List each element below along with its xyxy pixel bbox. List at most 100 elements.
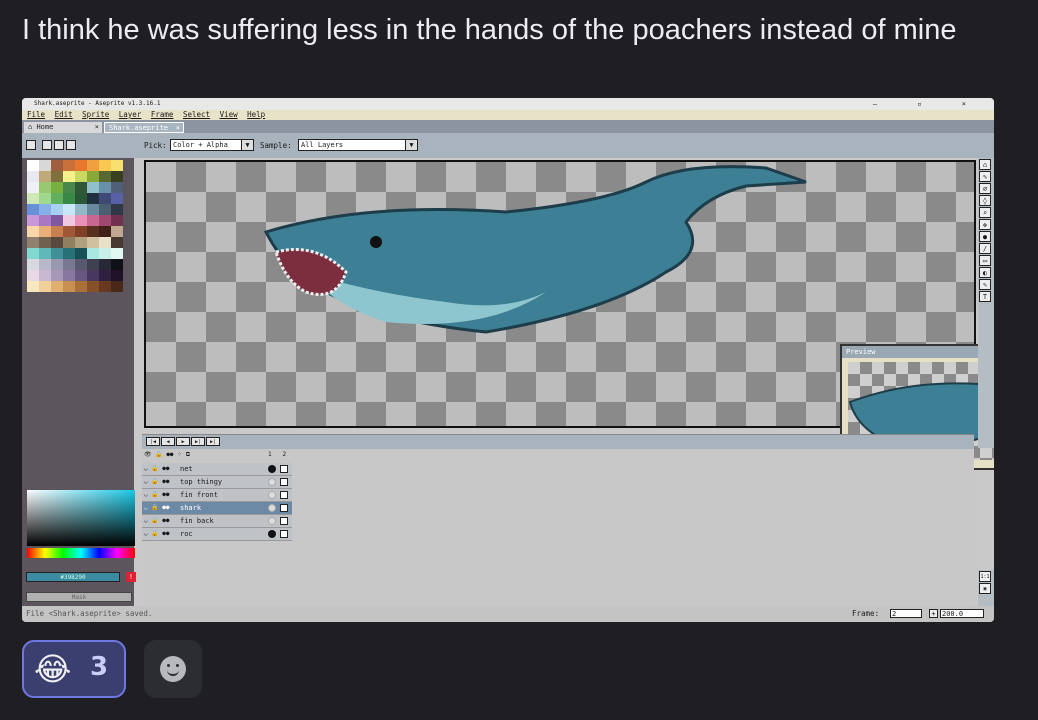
menu-sprite[interactable]: Sprite — [82, 110, 109, 119]
palette-swatch[interactable] — [75, 259, 87, 270]
play-button[interactable]: ▶ — [176, 437, 190, 446]
prev-frame-button[interactable]: ◀ — [161, 437, 175, 446]
palette-swatch[interactable] — [27, 248, 39, 259]
palette-swatch[interactable] — [39, 248, 51, 259]
palette-swatch[interactable] — [99, 215, 111, 226]
sprite-canvas[interactable]: Preview ▣▶✕ — [144, 160, 994, 470]
cel-frame-2[interactable] — [280, 517, 288, 525]
palette-swatch[interactable] — [51, 281, 63, 292]
palette-swatch[interactable] — [51, 226, 63, 237]
layer-row[interactable]: ◡ 🔒 ●● shark — [142, 502, 292, 515]
layer-visibility-lock-icons[interactable]: ◡ 🔒 ●● — [144, 476, 170, 488]
palette-swatch[interactable] — [87, 281, 99, 292]
cel-frame-1[interactable] — [268, 530, 276, 538]
palette-swatch[interactable] — [63, 248, 75, 259]
add-reaction-button[interactable] — [144, 640, 202, 698]
palette-swatch[interactable] — [63, 226, 75, 237]
tool-icon[interactable]: ✎ — [979, 171, 991, 182]
palette-swatch[interactable] — [63, 270, 75, 281]
tool-icon[interactable]: ⌂ — [979, 159, 991, 170]
layer-visibility-lock-icons[interactable]: ◡ 🔒 ●● — [144, 515, 170, 527]
palette-swatch[interactable] — [99, 226, 111, 237]
frame-number[interactable]: 2 — [282, 451, 286, 458]
palette-swatch[interactable] — [27, 182, 39, 193]
palette-swatch[interactable] — [75, 160, 87, 171]
palette-swatch[interactable] — [99, 204, 111, 215]
palette-swatch[interactable] — [99, 193, 111, 204]
warning-icon[interactable]: ! — [126, 572, 136, 582]
tool-icon[interactable]: ▭ — [979, 255, 991, 266]
palette-swatch[interactable] — [75, 171, 87, 182]
tool-icon[interactable]: ◐ — [979, 267, 991, 278]
palette-swatch[interactable] — [27, 215, 39, 226]
menu-frame[interactable]: Frame — [151, 110, 174, 119]
palette-swatch[interactable] — [51, 270, 63, 281]
palette-swatch[interactable] — [75, 248, 87, 259]
palette-swatch[interactable] — [111, 204, 123, 215]
palette-swatch[interactable] — [27, 160, 39, 171]
palette-swatch[interactable] — [51, 193, 63, 204]
palette-swatch[interactable] — [87, 237, 99, 248]
menu-select[interactable]: Select — [183, 110, 210, 119]
layer-visibility-lock-icons[interactable]: ◡ 🔒 ●● — [144, 463, 170, 475]
zoom-tool-icon[interactable]: ▣ — [979, 583, 991, 594]
layer-row[interactable]: ◡ 🔒 ●● top thingy — [142, 476, 292, 489]
menu-file[interactable]: File — [27, 110, 45, 119]
layer-visibility-lock-icons[interactable]: ◡ 🔒 ●● — [144, 489, 170, 501]
palette-swatch[interactable] — [87, 182, 99, 193]
palette-swatch[interactable] — [39, 193, 51, 204]
palette-swatch[interactable] — [99, 237, 111, 248]
download-icon[interactable] — [42, 140, 52, 150]
palette-swatch[interactable] — [99, 160, 111, 171]
palette-swatch[interactable] — [39, 226, 51, 237]
palette-swatch[interactable] — [51, 215, 63, 226]
palette-swatch[interactable] — [75, 226, 87, 237]
palette-swatch[interactable] — [63, 171, 75, 182]
palette-swatch[interactable] — [111, 171, 123, 182]
zoom-input[interactable]: 200.0 — [940, 609, 984, 618]
palette-swatch[interactable] — [39, 182, 51, 193]
cel-frame-1[interactable] — [268, 504, 276, 512]
palette-swatch[interactable] — [87, 259, 99, 270]
palette-swatch[interactable] — [87, 204, 99, 215]
palette-swatch[interactable] — [111, 215, 123, 226]
close-icon[interactable]: × — [95, 122, 99, 133]
layer-row[interactable]: ◡ 🔒 ●● net — [142, 463, 292, 476]
palette-swatch[interactable] — [111, 160, 123, 171]
layer-row[interactable]: ◡ 🔒 ●● fin front — [142, 489, 292, 502]
palette-swatch[interactable] — [51, 259, 63, 270]
color-hex-field[interactable]: #398290 — [26, 572, 120, 582]
tool-icon[interactable]: ⌀ — [979, 183, 991, 194]
palette-swatch[interactable] — [99, 259, 111, 270]
palette-swatch[interactable] — [51, 248, 63, 259]
cel-frame-1[interactable] — [268, 517, 276, 525]
first-frame-button[interactable]: |◀ — [146, 437, 160, 446]
palette-swatch[interactable] — [111, 226, 123, 237]
palette-swatch[interactable] — [111, 270, 123, 281]
palette-swatch[interactable] — [63, 204, 75, 215]
palette-swatch[interactable] — [39, 237, 51, 248]
layer-row[interactable]: ◡ 🔒 ●● roc — [142, 528, 292, 541]
palette-swatch[interactable] — [99, 270, 111, 281]
tab-shark-aseprite[interactable]: Shark.aseprite × — [104, 122, 184, 133]
palette-swatch[interactable] — [63, 182, 75, 193]
color-palette[interactable] — [27, 160, 127, 292]
palette-swatch[interactable] — [27, 281, 39, 292]
palette-swatch[interactable] — [27, 193, 39, 204]
palette-swatch[interactable] — [39, 171, 51, 182]
mask-button[interactable]: Mask — [26, 592, 132, 602]
palette-swatch[interactable] — [27, 270, 39, 281]
palette-swatch[interactable] — [39, 281, 51, 292]
palette-swatch[interactable] — [27, 237, 39, 248]
palette-swatch[interactable] — [51, 160, 63, 171]
tool-icon[interactable]: ● — [979, 231, 991, 242]
menu-layer[interactable]: Layer — [119, 110, 142, 119]
palette-swatch[interactable] — [75, 281, 87, 292]
palette-swatch[interactable] — [75, 237, 87, 248]
palette-swatch[interactable] — [87, 248, 99, 259]
palette-swatch[interactable] — [27, 204, 39, 215]
menu-edit[interactable]: Edit — [55, 110, 73, 119]
palette-swatch[interactable] — [39, 215, 51, 226]
palette-swatch[interactable] — [111, 248, 123, 259]
zoom-tool-icon[interactable]: 1:1 — [979, 571, 991, 582]
